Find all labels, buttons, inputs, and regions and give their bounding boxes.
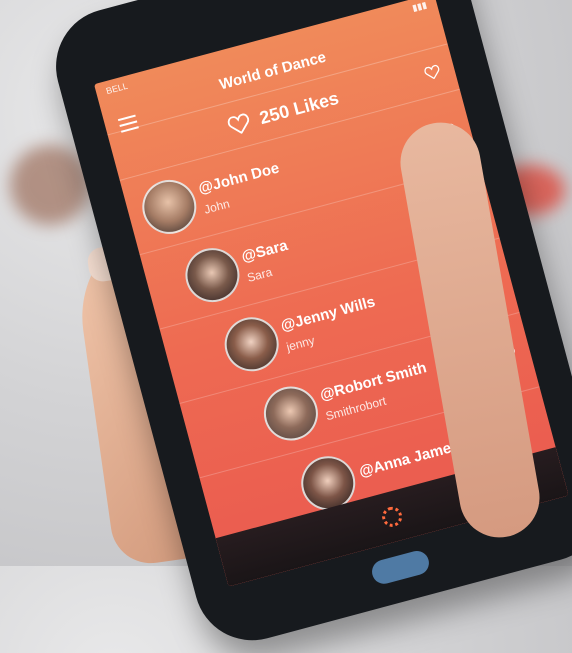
avatar [179, 242, 246, 309]
heart-icon[interactable] [423, 63, 442, 81]
avatar [136, 173, 203, 240]
spinner-icon [379, 504, 405, 530]
avatar [257, 380, 324, 447]
carrier-label: BELL [104, 80, 129, 96]
avatar [218, 311, 285, 378]
likes-count: 250 Likes [257, 87, 341, 128]
user-handle: @Anna James [357, 436, 462, 480]
battery-icon: ▮▮▮ [411, 0, 428, 14]
home-button[interactable] [369, 548, 432, 587]
heart-icon[interactable] [226, 111, 252, 136]
